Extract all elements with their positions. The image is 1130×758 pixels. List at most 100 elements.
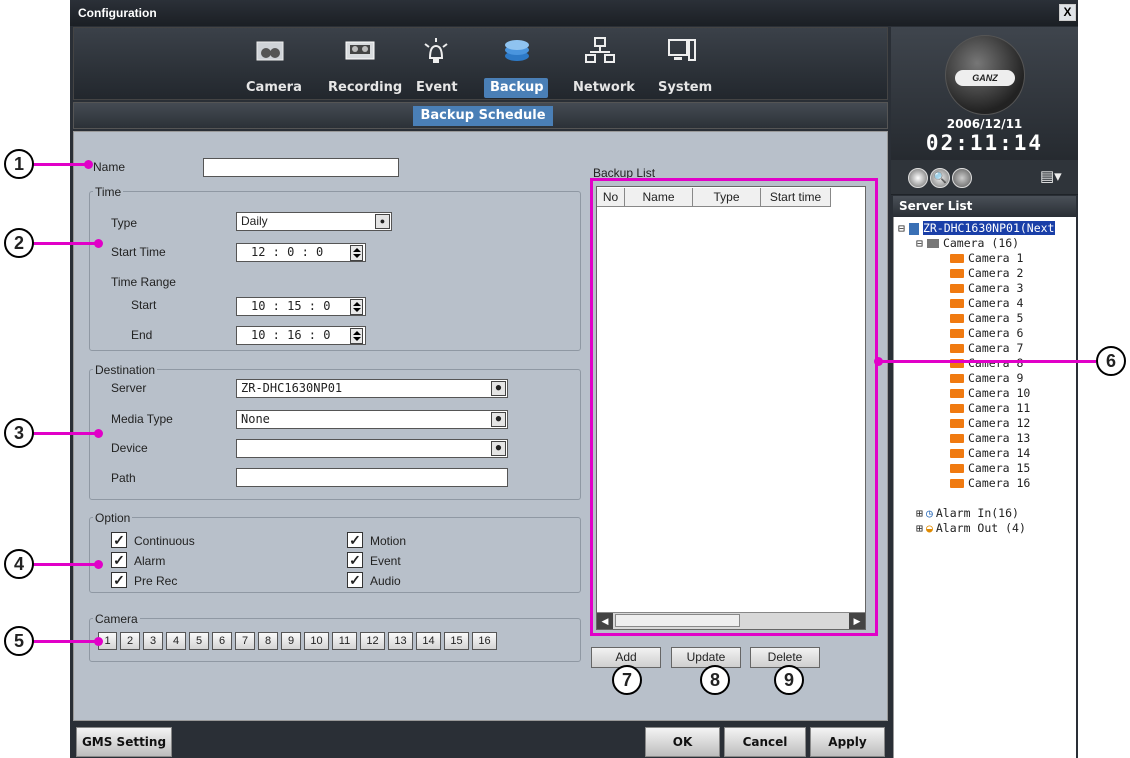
tab-event[interactable]: Event bbox=[410, 78, 462, 98]
tree-alarm-out-label: Alarm Out (4) bbox=[935, 521, 1026, 535]
callout-dot bbox=[94, 429, 103, 438]
type-select[interactable]: Daily ● bbox=[236, 212, 392, 231]
spinner-icon[interactable] bbox=[350, 328, 363, 344]
tab-network[interactable]: Network bbox=[567, 78, 637, 98]
tree-server-node[interactable]: ⊟ ZR-DHC1630NP01(Next bbox=[898, 221, 1055, 236]
server-icon bbox=[908, 222, 919, 235]
camera-button[interactable]: 8 bbox=[258, 632, 278, 650]
tree-camera-item[interactable]: Camera 9 bbox=[950, 371, 1023, 386]
tree-camera-label: Camera 11 bbox=[968, 401, 1031, 415]
tree-camera-label: Camera 10 bbox=[968, 386, 1031, 400]
start-time-label: Start Time bbox=[111, 245, 166, 259]
ok-button[interactable]: OK bbox=[645, 727, 720, 757]
chevron-down-icon[interactable]: ● bbox=[491, 412, 506, 427]
media-type-label: Media Type bbox=[111, 412, 173, 426]
tab-recording[interactable]: Recording bbox=[322, 78, 402, 98]
spinner-icon[interactable] bbox=[350, 245, 363, 261]
connect-icon[interactable] bbox=[908, 168, 928, 188]
tree-camera-label: Camera 3 bbox=[968, 281, 1024, 295]
tree-camera-item[interactable]: Camera 5 bbox=[950, 311, 1023, 326]
camera-button[interactable]: 11 bbox=[332, 632, 357, 650]
name-input[interactable] bbox=[203, 158, 399, 177]
tab-backup-schedule[interactable]: Backup Schedule bbox=[413, 106, 553, 126]
chevron-down-icon[interactable]: ● bbox=[375, 214, 390, 229]
server-tree[interactable]: ⊟ ZR-DHC1630NP01(Next ⊟ Camera (16) Camera… bbox=[893, 217, 1076, 758]
tree-camera-item[interactable]: Camera 16 bbox=[950, 476, 1030, 491]
chevron-down-icon[interactable]: ● bbox=[491, 381, 506, 396]
tree-server-label: ZR-DHC1630NP01(Next bbox=[922, 221, 1055, 235]
tree-camera-item[interactable]: Camera 3 bbox=[950, 281, 1023, 296]
camera-group-title: Camera bbox=[93, 612, 140, 626]
audio-label: Audio bbox=[370, 574, 401, 588]
tree-camera-label: Camera 2 bbox=[968, 266, 1024, 280]
camera-icon bbox=[950, 329, 964, 338]
tree-camera-item[interactable]: Camera 11 bbox=[950, 401, 1030, 416]
spinner-icon[interactable] bbox=[350, 299, 363, 315]
camera-icon bbox=[256, 41, 284, 61]
motion-checkbox[interactable]: ✓ bbox=[347, 532, 363, 548]
camera-button[interactable]: 13 bbox=[388, 632, 413, 650]
camera-button[interactable]: 3 bbox=[143, 632, 163, 650]
callout-line bbox=[32, 163, 88, 166]
tree-camera-group-label: Camera (16) bbox=[942, 236, 1020, 250]
tree-camera-item[interactable]: Camera 8 bbox=[950, 356, 1023, 371]
search-icon[interactable]: 🔍 bbox=[930, 168, 950, 188]
destination-group-title: Destination bbox=[93, 363, 158, 377]
camera-button[interactable]: 14 bbox=[416, 632, 441, 650]
callout-dot bbox=[94, 637, 103, 646]
camera-button[interactable]: 7 bbox=[235, 632, 255, 650]
apply-button[interactable]: Apply bbox=[810, 727, 885, 757]
tab-backup[interactable]: Backup bbox=[484, 78, 548, 98]
gms-setting-button[interactable]: GMS Setting bbox=[76, 727, 172, 757]
globe-icon[interactable] bbox=[952, 168, 972, 188]
camera-button[interactable]: 12 bbox=[360, 632, 385, 650]
tree-camera-item[interactable]: Camera 14 bbox=[950, 446, 1030, 461]
tree-camera-item[interactable]: Camera 4 bbox=[950, 296, 1023, 311]
camera-button[interactable]: 9 bbox=[281, 632, 301, 650]
tree-camera-item[interactable]: Camera 7 bbox=[950, 341, 1023, 356]
camera-button[interactable]: 16 bbox=[472, 632, 497, 650]
server-menu-icon[interactable]: ▤▾ bbox=[1040, 166, 1068, 188]
media-type-select[interactable]: None ● bbox=[236, 410, 508, 429]
tab-system[interactable]: System bbox=[652, 78, 716, 98]
callout-line bbox=[32, 640, 98, 643]
event-checkbox[interactable]: ✓ bbox=[347, 552, 363, 568]
server-select[interactable]: ZR-DHC1630NP01 ● bbox=[236, 379, 508, 398]
tree-camera-item[interactable]: Camera 2 bbox=[950, 266, 1023, 281]
tab-camera[interactable]: Camera bbox=[240, 78, 302, 98]
tree-camera-label: Camera 5 bbox=[968, 311, 1024, 325]
camera-button[interactable]: 15 bbox=[444, 632, 469, 650]
path-input[interactable] bbox=[236, 468, 508, 487]
tree-alarm-in[interactable]: ⊞ ◷ Alarm In(16) bbox=[916, 506, 1019, 521]
camera-icon bbox=[950, 269, 964, 278]
tree-camera-item[interactable]: Camera 6 bbox=[950, 326, 1023, 341]
start-time-input[interactable]: 12 : 0 : 0 bbox=[236, 243, 366, 262]
audio-checkbox[interactable]: ✓ bbox=[347, 572, 363, 588]
alarm-checkbox[interactable]: ✓ bbox=[111, 552, 127, 568]
event-label: Event bbox=[370, 554, 401, 568]
continuous-checkbox[interactable]: ✓ bbox=[111, 532, 127, 548]
tree-camera-item[interactable]: Camera 1 bbox=[950, 251, 1023, 266]
device-select[interactable]: ● bbox=[236, 439, 508, 458]
cancel-button[interactable]: Cancel bbox=[724, 727, 806, 757]
tree-camera-item[interactable]: Camera 10 bbox=[950, 386, 1030, 401]
tree-camera-item[interactable]: Camera 13 bbox=[950, 431, 1030, 446]
camera-button[interactable]: 5 bbox=[189, 632, 209, 650]
tree-alarm-out[interactable]: ⊞ ◒ Alarm Out (4) bbox=[916, 521, 1026, 536]
close-button[interactable]: X bbox=[1059, 4, 1076, 21]
camera-button[interactable]: 10 bbox=[304, 632, 329, 650]
pre-rec-checkbox[interactable]: ✓ bbox=[111, 572, 127, 588]
tree-camera-group[interactable]: ⊟ Camera (16) bbox=[916, 236, 1019, 251]
camera-button[interactable]: 4 bbox=[166, 632, 186, 650]
range-end-input[interactable]: 10 : 16 : 0 bbox=[236, 326, 366, 345]
range-start-input[interactable]: 10 : 15 : 0 bbox=[236, 297, 366, 316]
chevron-down-icon[interactable]: ● bbox=[491, 441, 506, 456]
callout-5: 5 bbox=[4, 626, 34, 656]
continuous-label: Continuous bbox=[134, 534, 195, 548]
callout-dot bbox=[874, 357, 883, 366]
tree-camera-item[interactable]: Camera 12 bbox=[950, 416, 1030, 431]
camera-button[interactable]: 2 bbox=[120, 632, 140, 650]
camera-button[interactable]: 6 bbox=[212, 632, 232, 650]
update-button[interactable]: Update bbox=[671, 647, 741, 668]
tree-camera-item[interactable]: Camera 15 bbox=[950, 461, 1030, 476]
